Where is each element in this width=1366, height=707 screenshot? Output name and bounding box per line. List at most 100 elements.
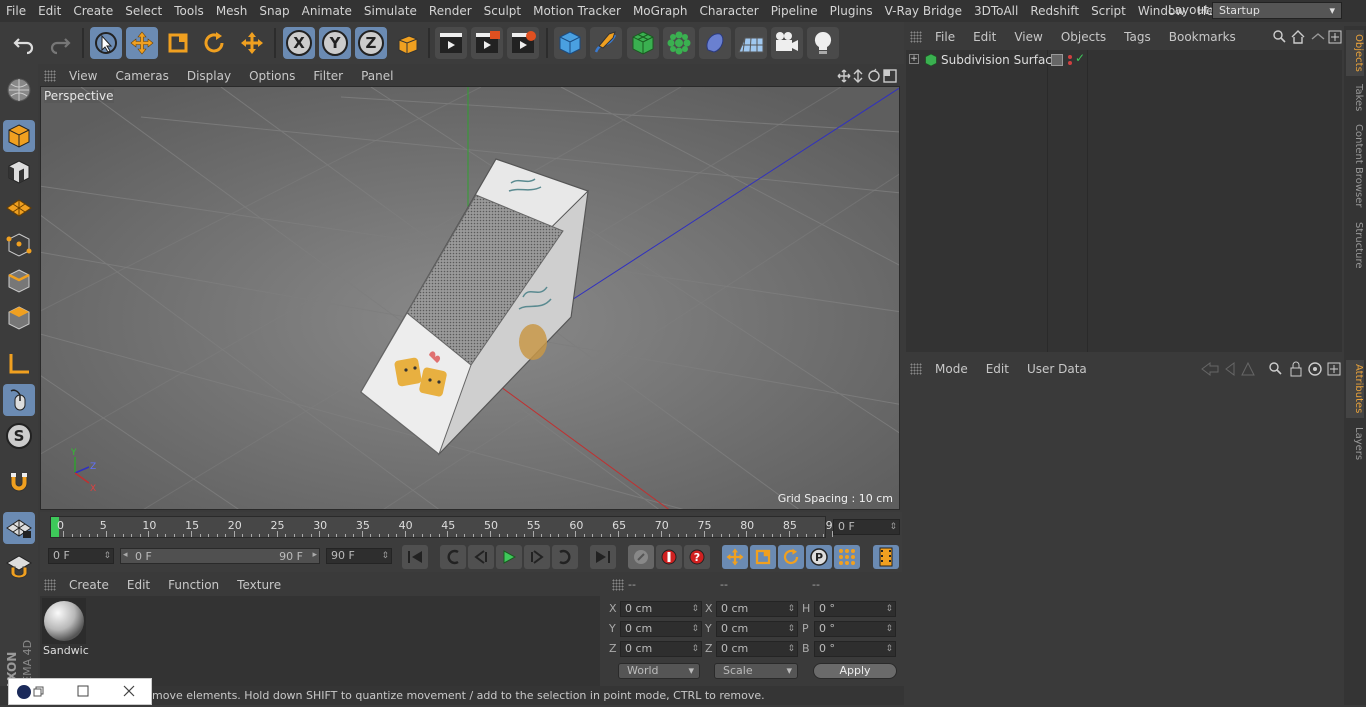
coordinate-system-icon[interactable] <box>392 27 424 59</box>
size-z-field[interactable]: 0 cm <box>716 641 798 657</box>
menu-3dtoall[interactable]: 3DToAll <box>968 4 1024 18</box>
viewport-menu-view[interactable]: View <box>60 69 106 83</box>
coordinate-mode-select[interactable]: World ▾ <box>618 663 700 679</box>
timeline-window-icon[interactable] <box>873 545 899 569</box>
size-x-field[interactable]: 0 cm <box>716 601 798 617</box>
panel-grip-icon[interactable] <box>44 70 56 82</box>
menu-animate[interactable]: Animate <box>296 4 358 18</box>
viewport-menu-cameras[interactable]: Cameras <box>106 69 177 83</box>
material-menu-create[interactable]: Create <box>60 578 118 592</box>
enabled-check-icon[interactable]: ✓ <box>1075 51 1085 65</box>
viewport-menu-display[interactable]: Display <box>178 69 240 83</box>
rotate-icon[interactable] <box>198 27 230 59</box>
objects-menu-tags[interactable]: Tags <box>1115 30 1160 44</box>
objects-menu-objects[interactable]: Objects <box>1052 30 1115 44</box>
viewport-menu-panel[interactable]: Panel <box>352 69 402 83</box>
next-frame-icon[interactable] <box>524 545 550 569</box>
light-icon[interactable] <box>807 27 839 59</box>
axis-mode-icon[interactable] <box>3 348 35 380</box>
menu-script[interactable]: Script <box>1085 4 1132 18</box>
material-swatch[interactable]: Sandwic <box>42 598 89 658</box>
play-forward-icon[interactable] <box>496 545 522 569</box>
objects-menu-bookmarks[interactable]: Bookmarks <box>1160 30 1245 44</box>
menu-character[interactable]: Character <box>693 4 764 18</box>
objects-menu-edit[interactable]: Edit <box>964 30 1005 44</box>
expand-toggle-icon[interactable]: + <box>909 54 919 64</box>
attributes-menu-edit[interactable]: Edit <box>977 362 1018 376</box>
size-mode-select[interactable]: Scale ▾ <box>714 663 798 679</box>
layer-icon[interactable] <box>1051 54 1063 66</box>
recent-tool-move-icon[interactable] <box>236 27 268 59</box>
texture-mode-icon[interactable] <box>3 156 35 188</box>
record-active-objects-icon[interactable] <box>656 545 682 569</box>
tab-attributes[interactable]: Attributes <box>1346 360 1364 418</box>
menu-redshift[interactable]: Redshift <box>1024 4 1085 18</box>
floor-environment-icon[interactable] <box>735 27 767 59</box>
edges-mode-icon[interactable] <box>3 265 35 297</box>
pos-x-field[interactable]: 0 cm <box>620 601 702 617</box>
menu-render[interactable]: Render <box>423 4 478 18</box>
tab-objects[interactable]: Objects <box>1346 30 1364 76</box>
panel-grip-icon[interactable] <box>910 31 922 43</box>
menu-snap[interactable]: Snap <box>253 4 295 18</box>
viewport-navigation-icons[interactable] <box>836 68 900 84</box>
pos-z-field[interactable]: 0 cm <box>620 641 702 657</box>
pos-y-field[interactable]: 0 cm <box>620 621 702 637</box>
objects-menu-view[interactable]: View <box>1005 30 1051 44</box>
workplane-mode-icon[interactable] <box>3 192 35 224</box>
cinema4d-app-icon[interactable] <box>17 685 31 699</box>
object-manager-tools[interactable] <box>1272 29 1342 45</box>
menu-vray-bridge[interactable]: V-Ray Bridge <box>879 4 968 18</box>
tweak-mode-icon[interactable] <box>3 384 35 416</box>
rot-p-field[interactable]: 0 ° <box>814 621 896 637</box>
redo-icon[interactable] <box>44 27 76 59</box>
end-frame-field[interactable]: 90 F <box>326 548 392 564</box>
pen-spline-icon[interactable] <box>590 27 622 59</box>
menu-simulate[interactable]: Simulate <box>358 4 423 18</box>
tab-content-browser[interactable]: Content Browser <box>1346 122 1364 210</box>
cube-object-icon[interactable] <box>554 27 586 59</box>
material-menu-function[interactable]: Function <box>159 578 228 592</box>
layout-select[interactable]: Startup <box>1212 2 1342 19</box>
subdivision-surface-icon[interactable] <box>627 27 659 59</box>
tab-takes[interactable]: Takes <box>1346 82 1364 114</box>
tab-structure[interactable]: Structure <box>1346 220 1364 270</box>
visibility-dots-icon[interactable] <box>1068 53 1074 67</box>
menu-sculpt[interactable]: Sculpt <box>478 4 527 18</box>
menu-select[interactable]: Select <box>119 4 168 18</box>
objects-menu-file[interactable]: File <box>926 30 964 44</box>
timeline-ruler[interactable]: 051015202530354045505560657075808590 0 F <box>40 512 902 542</box>
key-rotation-icon[interactable] <box>778 545 804 569</box>
3d-viewport[interactable]: Y Z X Perspective Grid Spacing : 10 cm <box>40 86 900 510</box>
snapping-magnet-icon[interactable] <box>3 466 35 498</box>
z-axis-lock-icon[interactable]: Z <box>355 27 387 59</box>
menu-motion-tracker[interactable]: Motion Tracker <box>527 4 627 18</box>
autokeying-icon[interactable]: ? <box>684 545 710 569</box>
previous-frame-icon[interactable] <box>468 545 494 569</box>
menu-pipeline[interactable]: Pipeline <box>765 4 824 18</box>
apply-button[interactable]: Apply <box>813 663 897 679</box>
rot-b-field[interactable]: 0 ° <box>814 641 896 657</box>
polygons-mode-icon[interactable] <box>3 302 35 334</box>
key-point-level-icon[interactable] <box>834 545 860 569</box>
points-mode-icon[interactable] <box>3 229 35 261</box>
menu-create[interactable]: Create <box>67 4 119 18</box>
attributes-menu-user-data[interactable]: User Data <box>1018 362 1096 376</box>
menu-mesh[interactable]: Mesh <box>210 4 254 18</box>
material-menu-texture[interactable]: Texture <box>228 578 290 592</box>
next-key-icon[interactable] <box>552 545 578 569</box>
frame-range-slider[interactable]: ◂ 0 F 90 F ▸ <box>120 548 320 564</box>
size-y-field[interactable]: 0 cm <box>716 621 798 637</box>
y-axis-lock-icon[interactable]: Y <box>319 27 351 59</box>
render-view-icon[interactable] <box>435 27 467 59</box>
restore-icon[interactable] <box>33 686 45 698</box>
workplane-lock-icon[interactable] <box>3 512 35 544</box>
record-keys-disabled-icon[interactable] <box>628 545 654 569</box>
deformer-icon[interactable] <box>699 27 731 59</box>
x-axis-lock-icon[interactable]: X <box>283 27 315 59</box>
menu-mograph[interactable]: MoGraph <box>627 4 694 18</box>
camera-icon[interactable] <box>771 27 803 59</box>
panel-grip-icon[interactable] <box>44 579 56 591</box>
attributes-menu-mode[interactable]: Mode <box>926 362 977 376</box>
start-frame-field[interactable]: 0 F <box>48 548 114 564</box>
